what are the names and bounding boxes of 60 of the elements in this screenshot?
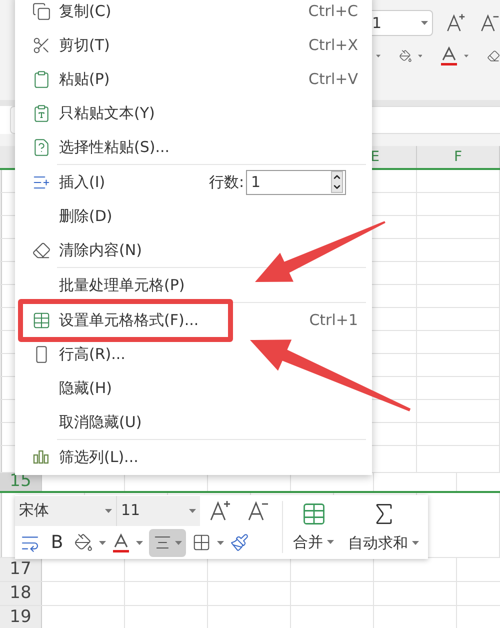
- menu-item[interactable]: 插入(I) 行数: 1: [15, 170, 372, 194]
- row-header[interactable]: 17: [0, 558, 42, 581]
- menu-item[interactable]: 删除(D): [15, 204, 372, 228]
- menu-item[interactable]: 清除内容(N): [15, 238, 372, 262]
- caret-icon: [217, 540, 224, 545]
- count-label: 行数:: [208, 172, 244, 193]
- caret-icon: [175, 540, 182, 545]
- menu-item[interactable]: 复制(C) Ctrl+C: [15, 0, 372, 23]
- bold-button[interactable]: B: [46, 529, 68, 556]
- columns-icon: [33, 450, 49, 464]
- menu-item[interactable]: 行高(R)...: [15, 342, 372, 366]
- autosum-button[interactable]: 自动求和: [348, 532, 419, 554]
- font-grow-icon[interactable]: [208, 498, 232, 523]
- table-icon: [32, 310, 50, 330]
- font-color-icon[interactable]: [112, 532, 130, 553]
- row-count-field[interactable]: 1: [246, 170, 346, 194]
- merge-button[interactable]: 合并: [293, 530, 334, 554]
- row-header[interactable]: 19: [0, 606, 42, 628]
- align-center-button[interactable]: [149, 528, 186, 557]
- caret-icon: [376, 54, 381, 58]
- down-icon[interactable]: [332, 182, 342, 192]
- format-painter-icon[interactable]: [230, 533, 249, 552]
- menu-item[interactable]: 批量处理单元格(P): [15, 273, 372, 297]
- caret-icon: [412, 541, 419, 545]
- caret-icon: [99, 540, 106, 545]
- spin-buttons[interactable]: [331, 171, 343, 193]
- caret-icon: [327, 540, 334, 544]
- font-color-icon[interactable]: [440, 46, 458, 66]
- caret-icon: [418, 54, 422, 58]
- borders-icon[interactable]: [192, 533, 211, 552]
- scissors-icon: [32, 36, 50, 54]
- caret-icon: [464, 54, 469, 58]
- shortcut-text: Ctrl+C: [308, 0, 358, 22]
- font-name-field[interactable]: 宋体: [15, 496, 117, 526]
- menu-item[interactable]: 设置单元格格式(F)... Ctrl+1: [15, 308, 372, 332]
- menu-item[interactable]: 粘贴(P) Ctrl+V: [15, 67, 372, 91]
- up-icon[interactable]: [332, 172, 342, 182]
- shortcut-text: Ctrl+V: [308, 68, 358, 90]
- eraser-icon: [32, 240, 50, 260]
- font-size-field[interactable]: 1: [372, 10, 434, 36]
- font-size-field[interactable]: 11: [117, 496, 200, 526]
- merge-icon[interactable]: [300, 500, 326, 527]
- fill-color-icon[interactable]: [74, 533, 93, 552]
- menu-item[interactable]: 取消隐藏(U): [15, 410, 372, 434]
- menu-item[interactable]: 筛选列(L)...: [15, 445, 372, 469]
- clipboard-question-icon: [32, 138, 50, 156]
- clipboard-icon: [32, 70, 50, 88]
- menu-item[interactable]: 只粘贴文本(Y): [15, 101, 372, 125]
- caret-icon: [421, 21, 428, 25]
- caret-icon: [189, 508, 196, 513]
- shortcut-text: Ctrl+1: [309, 310, 358, 331]
- copy-icon: [32, 2, 50, 20]
- caret-icon: [136, 540, 143, 545]
- shortcut-text: Ctrl+X: [308, 34, 358, 56]
- menu-item[interactable]: 剪切(T) Ctrl+X: [15, 33, 372, 57]
- clipboard-text-icon: [32, 104, 50, 122]
- column-header[interactable]: F: [417, 146, 500, 168]
- menu-item[interactable]: 隐藏(H): [15, 376, 372, 400]
- caret-icon: [105, 508, 112, 513]
- row-header[interactable]: 18: [0, 582, 42, 605]
